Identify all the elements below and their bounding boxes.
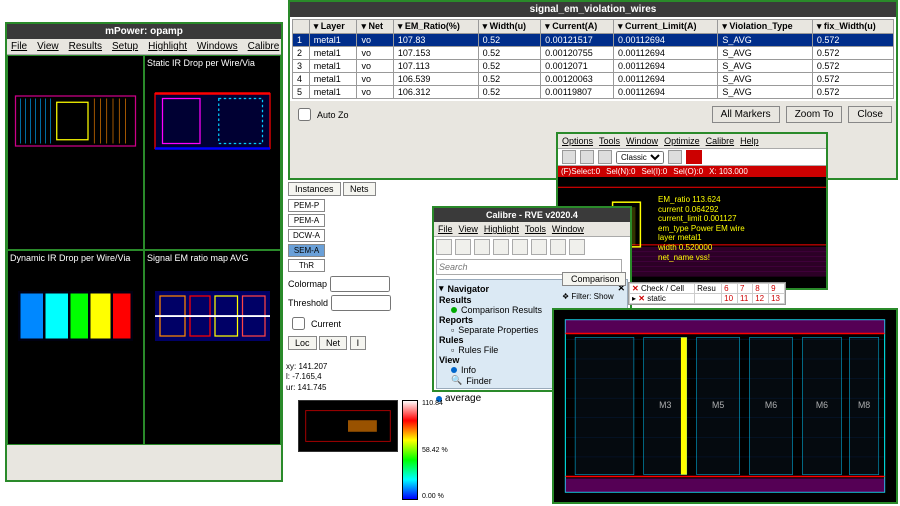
sigem-buttons: Auto Zo All Markers Zoom To Close (290, 101, 896, 128)
sb-pemp[interactable]: PEM-P (288, 199, 325, 212)
svg-text:M8: M8 (858, 400, 870, 410)
layout-status: (F)Select:0 Sel(N):0 Sel(I):0 Sel(O):0 X… (558, 166, 826, 177)
compare-panel: Comparison ❖ Filter: Show (562, 272, 626, 301)
menu-view[interactable]: View (37, 41, 59, 52)
all-markers-button[interactable]: All Markers (712, 106, 780, 123)
more-icon[interactable] (569, 239, 585, 255)
tab-instances[interactable]: Instances (288, 182, 341, 196)
current-check[interactable] (292, 317, 305, 330)
zoom-icon[interactable] (668, 150, 682, 164)
colorbar-panel: 110.84 58.42 % 0.00 % (298, 400, 452, 500)
color-scale-labels: 110.84 58.42 % 0.00 % (422, 400, 448, 500)
col-Current_Limit(A)[interactable]: ▾ Current_Limit(A) (613, 20, 717, 34)
tool-icon[interactable] (598, 150, 612, 164)
sb-thr[interactable]: ThR (288, 259, 325, 272)
col-Layer[interactable]: ▾ Layer (309, 20, 357, 34)
pane-topright[interactable]: Static IR Drop per Wire/Via (144, 55, 281, 250)
lmenu-options[interactable]: Options (562, 136, 593, 146)
find-icon[interactable] (474, 239, 490, 255)
save-icon[interactable] (455, 239, 471, 255)
layout-toolbar: Classic (558, 149, 826, 166)
pane-botleft[interactable]: Dynamic IR Drop per Wire/Via (7, 250, 144, 445)
sigem-title: signal_em_violation_wires (290, 2, 896, 17)
col-Violation_Type[interactable]: ▾ Violation_Type (718, 20, 812, 34)
rmenu-tools[interactable]: Tools (525, 224, 546, 234)
col-Width(u)[interactable]: ▾ Width(u) (478, 20, 541, 34)
marker-icon[interactable] (531, 239, 547, 255)
table-row[interactable]: 4metal1vo106.5390.520.001200630.00112694… (293, 73, 894, 86)
fwd-icon[interactable] (580, 150, 594, 164)
col-EM_Ratio(%)[interactable]: ▾ EM_Ratio(%) (393, 20, 478, 34)
pane-topleft[interactable] (7, 55, 144, 250)
next-icon[interactable] (493, 239, 509, 255)
rve-title: Calibre - RVE v2020.4 (434, 208, 630, 222)
prev-icon[interactable] (512, 239, 528, 255)
overview-thumb[interactable] (298, 400, 398, 452)
mpower-title: mPower: opamp (7, 24, 281, 39)
col-idx[interactable] (293, 20, 310, 34)
svg-text:M3: M3 (659, 400, 671, 410)
col-Current(A)[interactable]: ▾ Current(A) (541, 20, 614, 34)
autozoom-check[interactable]: Auto Zo (294, 105, 349, 124)
back-icon[interactable] (562, 150, 576, 164)
sigem-table-wrap: ▾ Layer▾ Net▾ EM_Ratio(%)▾ Width(u)▾ Cur… (290, 17, 896, 101)
tab-nets[interactable]: Nets (343, 182, 376, 196)
svg-text:M6: M6 (816, 400, 828, 410)
table-row[interactable]: 3metal1vo107.1130.520.00120710.00112694S… (293, 60, 894, 73)
mid-controls: Instances Nets PEM-P PEM-A DCW-A SEM-A T… (288, 182, 432, 353)
rmenu-file[interactable]: File (438, 224, 453, 234)
menu-setup[interactable]: Setup (112, 41, 138, 52)
table-row[interactable]: 1metal1vo107.830.520.001215170.00112694S… (293, 34, 894, 47)
sb-pema[interactable]: PEM-A (288, 214, 325, 227)
menu-file[interactable]: File (11, 41, 27, 52)
check-panel: ✕ Check / CellResu 6789 ▸ ✕ static 10111… (628, 282, 786, 305)
menu-highlight[interactable]: Highlight (148, 41, 187, 52)
sb-sema[interactable]: SEM-A (288, 244, 325, 257)
rmenu-highlight[interactable]: Highlight (484, 224, 519, 234)
colormap-input[interactable] (330, 276, 390, 292)
menu-windows[interactable]: Windows (197, 41, 238, 52)
filter-label: ❖ Filter: Show (562, 292, 626, 301)
lmenu-optimize[interactable]: Optimize (664, 136, 700, 146)
col-fix_Width(u)[interactable]: ▾ fix_Width(u) (812, 20, 893, 34)
side-buttons: PEM-P PEM-A DCW-A SEM-A ThR (288, 199, 325, 272)
sigem-table[interactable]: ▾ Layer▾ Net▾ EM_Ratio(%)▾ Width(u)▾ Cur… (292, 19, 894, 99)
errorcount-icon[interactable] (686, 150, 702, 164)
mpower-window: mPower: opamp File View Results Setup Hi… (5, 22, 283, 482)
menu-calibre[interactable]: Calibre (248, 41, 280, 52)
mpower-viewport: Static IR Drop per Wire/Via Dynamic IR D… (7, 55, 281, 445)
tab-net[interactable]: Net (319, 336, 347, 350)
zoomfit-icon[interactable] (550, 239, 566, 255)
table-row[interactable]: 2metal1vo107.1530.520.001207550.00112694… (293, 47, 894, 60)
svg-text:M5: M5 (712, 400, 724, 410)
style-select[interactable]: Classic (616, 151, 664, 164)
tab-loc[interactable]: Loc (288, 336, 317, 350)
rmenu-window[interactable]: Window (552, 224, 584, 234)
open-icon[interactable] (436, 239, 452, 255)
rve-toolbar (434, 237, 630, 257)
lmenu-tools[interactable]: Tools (599, 136, 620, 146)
layout-menubar: Options Tools Window Optimize Calibre He… (558, 134, 826, 149)
table-row[interactable]: 5metal1vo106.3120.520.001198070.00112694… (293, 86, 894, 99)
lmenu-window[interactable]: Window (626, 136, 658, 146)
lmenu-calibre[interactable]: Calibre (706, 136, 735, 146)
mpower-menubar: File View Results Setup Highlight Window… (7, 39, 281, 55)
pane-botright[interactable]: Signal EM ratio map AVG (144, 250, 281, 445)
svg-text:M6: M6 (765, 400, 777, 410)
lmenu-help[interactable]: Help (740, 136, 759, 146)
sb-dcwa[interactable]: DCW-A (288, 229, 325, 242)
close-button[interactable]: Close (848, 106, 892, 123)
coord-readout: xy: 141.207 l: -7.165,4 ur: 141.745 (286, 362, 327, 393)
rmenu-view[interactable]: View (459, 224, 478, 234)
rve-menubar: File View Highlight Tools Window (434, 222, 630, 237)
comparison-tab[interactable]: Comparison (562, 272, 626, 286)
tab-i[interactable]: I (350, 336, 367, 350)
col-Net[interactable]: ▾ Net (357, 20, 393, 34)
zoom-to-button[interactable]: Zoom To (786, 106, 843, 123)
menu-results[interactable]: Results (69, 41, 102, 52)
big-layout-canvas[interactable]: M3 M5 M6 M6 M8 (552, 308, 898, 504)
color-scale (402, 400, 418, 500)
layout-annotation: EM_ratio 113.624 current 0.064292 curren… (658, 195, 745, 262)
threshold-input[interactable] (331, 295, 391, 311)
